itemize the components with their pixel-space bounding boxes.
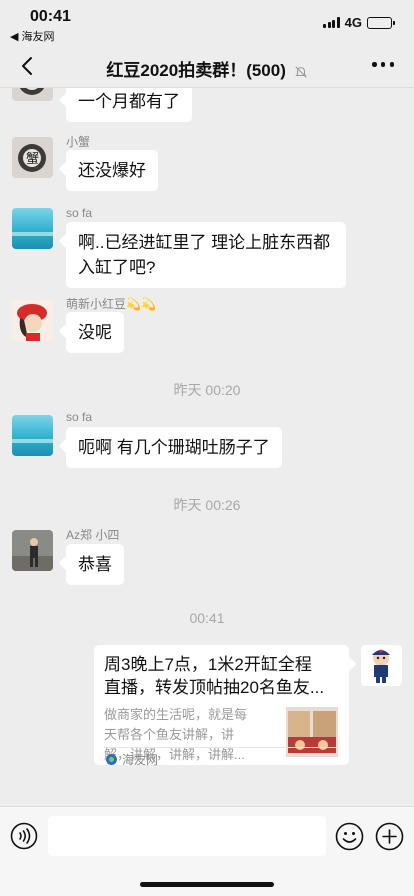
avatar[interactable]: [12, 415, 53, 456]
sender-name: 小蟹: [66, 135, 91, 149]
status-bar: 00:41 ◀ 海友网 4G: [0, 0, 414, 44]
avatar-crab-image: 蟹: [12, 88, 53, 101]
back-to-app-link[interactable]: ◀ 海友网: [10, 28, 55, 44]
status-indicators: 4G: [323, 15, 395, 30]
link-title: 周3晚上7点，1米2开缸全程 直播，转发顶帖抽20名鱼友...: [104, 653, 339, 699]
message-text: 一个月都有了: [78, 92, 180, 111]
back-arrow-icon[interactable]: [16, 54, 40, 78]
message-bubble[interactable]: 啊..已经进缸里了 理论上脏东西都 入缸了吧?: [66, 222, 346, 288]
link-title-line: 直播，转发顶帖抽20名鱼友...: [104, 678, 325, 697]
avatar[interactable]: [12, 300, 53, 341]
avatar-sea-image: [12, 415, 53, 456]
emoji-icon[interactable]: [335, 822, 364, 851]
link-source-name: 海友网: [122, 753, 159, 767]
status-time: 00:41: [30, 8, 71, 25]
svg-text:蟹: 蟹: [26, 88, 39, 90]
avatar-cartoon-image: [361, 645, 402, 686]
source-logo-icon: [106, 754, 117, 765]
message-bubble[interactable]: 呃啊 有几个珊瑚吐肠子了: [66, 427, 282, 468]
message-input[interactable]: [48, 816, 326, 856]
chat-title-text: 红豆2020拍卖群！(500): [106, 61, 286, 80]
avatar-crab-image: 蟹: [12, 137, 53, 178]
link-divider: [104, 747, 339, 748]
link-thumbnail-image: [286, 707, 338, 757]
avatar-girl-image: [12, 300, 53, 341]
mute-bell-icon: [294, 65, 307, 78]
message-text-line: 啊..已经进缸里了 理论上脏东西都: [78, 233, 331, 252]
avatar[interactable]: 蟹: [12, 88, 53, 101]
link-desc-line: 天帮各个鱼友讲解，讲: [104, 727, 235, 742]
avatar[interactable]: 蟹: [12, 137, 53, 178]
home-indicator: [140, 882, 274, 887]
message-text: 还没爆好: [78, 161, 146, 180]
avatar-person-image: [12, 530, 53, 571]
avatar[interactable]: [12, 208, 53, 249]
chat-title: 红豆2020拍卖群！(500): [60, 56, 354, 81]
shared-link-card[interactable]: 周3晚上7点，1米2开缸全程 直播，转发顶帖抽20名鱼友... 做商家的生活呢，…: [94, 645, 349, 768]
sender-name: so fa: [66, 206, 93, 220]
message-bubble[interactable]: 一个月都有了: [66, 88, 192, 122]
more-options-button[interactable]: [372, 62, 394, 68]
message-text: 呃啊 有几个珊瑚吐肠子了: [78, 438, 270, 457]
sender-name: so fa: [66, 410, 93, 424]
voice-input-icon[interactable]: [10, 822, 38, 850]
timestamp: 昨天 00:26: [173, 497, 241, 513]
message-bubble[interactable]: 还没爆好: [66, 150, 158, 191]
link-desc-line: 做商家的生活呢，就是每: [104, 707, 248, 722]
message-bubble[interactable]: 没呢: [66, 312, 124, 353]
sender-name: Az郑 小四: [66, 528, 120, 542]
signal-icon: [323, 17, 340, 28]
link-title-line: 周3晚上7点，1米2开缸全程: [104, 655, 312, 674]
network-type: 4G: [344, 15, 362, 30]
message-text: 恭喜: [78, 555, 112, 574]
svg-text:蟹: 蟹: [26, 152, 39, 167]
timestamp: 昨天 00:20: [173, 382, 241, 398]
avatar-sea-image: [12, 208, 53, 249]
link-source: 海友网: [106, 751, 158, 768]
my-avatar[interactable]: [361, 645, 402, 686]
chat-header: 红豆2020拍卖群！(500): [0, 44, 414, 88]
sender-name: 萌新小红豆💫💫: [66, 297, 156, 311]
message-list[interactable]: 蟹 一个月都有了 蟹 小蟹 还没爆好 so fa 啊..已经进缸里了 理论上脏东…: [0, 88, 414, 806]
message-bubble[interactable]: 恭喜: [66, 544, 124, 585]
more-functions-plus-icon[interactable]: [375, 822, 404, 851]
timestamp: 00:41: [189, 610, 225, 626]
battery-icon: [367, 16, 395, 29]
message-text: 没呢: [78, 323, 112, 342]
message-text-line: 入缸了吧?: [78, 258, 156, 277]
avatar[interactable]: [12, 530, 53, 571]
